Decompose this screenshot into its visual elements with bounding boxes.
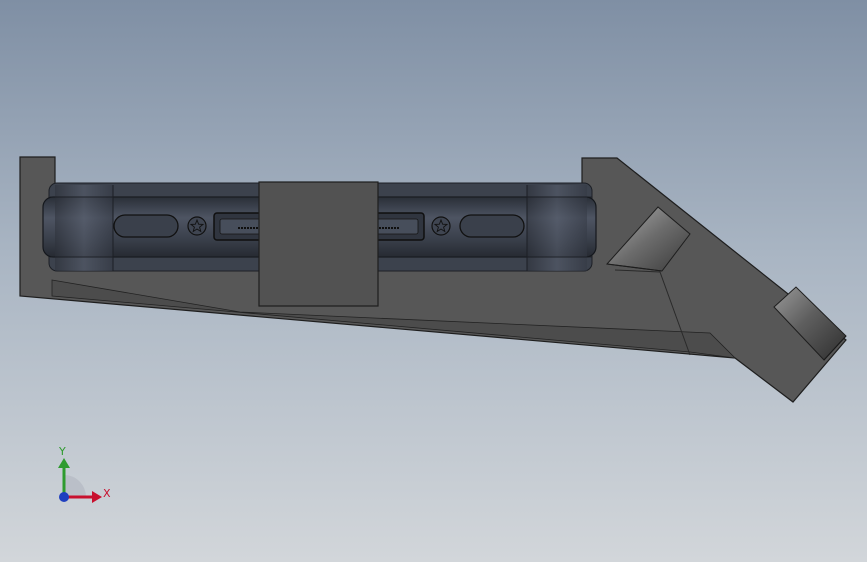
x-axis-label: X — [103, 487, 111, 500]
z-axis-dot — [59, 492, 69, 502]
cad-viewport[interactable]: Y X — [0, 0, 867, 562]
model-scene[interactable]: Y X — [0, 0, 867, 562]
y-axis-label: Y — [58, 445, 66, 458]
y-axis-arrow — [58, 458, 70, 468]
x-axis-arrow — [92, 491, 102, 503]
speaker-grille-right — [459, 214, 525, 238]
phone-rim-right — [527, 185, 587, 271]
coordinate-triad: Y X — [58, 445, 111, 503]
screw-left-icon — [187, 216, 207, 236]
screw-right-icon — [431, 216, 451, 236]
speaker-grille-left — [113, 214, 179, 238]
phone-rim-left — [55, 185, 113, 271]
retaining-clip[interactable] — [258, 181, 379, 307]
